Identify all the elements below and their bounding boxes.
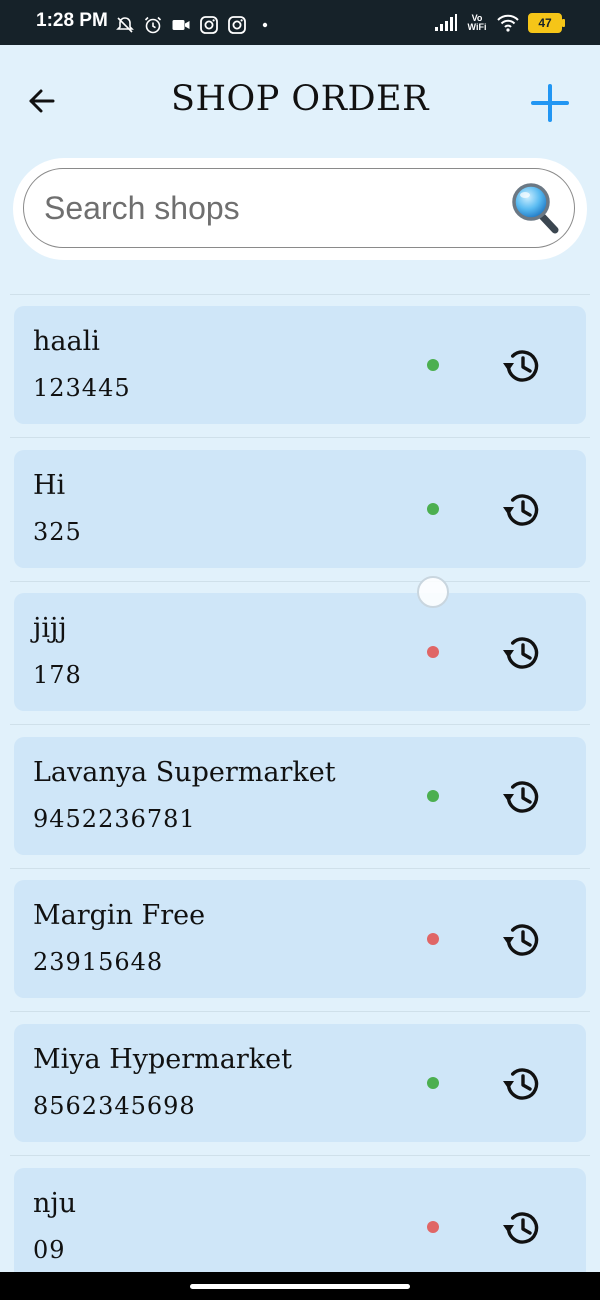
status-dot bbox=[427, 933, 439, 946]
app-header: SHOP ORDER bbox=[0, 45, 600, 155]
shop-phone: 9452236781 bbox=[33, 804, 196, 833]
wifi-icon bbox=[497, 14, 519, 32]
status-bar: 1:28 PM Vo WiFi 47 bbox=[0, 0, 600, 45]
search-box bbox=[23, 168, 575, 248]
history-icon bbox=[503, 1211, 539, 1244]
list-separator bbox=[10, 1155, 590, 1156]
order-history-button[interactable] bbox=[500, 918, 544, 962]
order-history-button[interactable] bbox=[500, 631, 544, 675]
history-icon bbox=[503, 1068, 539, 1100]
divider bbox=[10, 294, 590, 295]
video-camera-icon bbox=[172, 20, 190, 30]
status-dot bbox=[427, 359, 439, 371]
shop-phone: 8562345698 bbox=[33, 1092, 196, 1120]
shop-card[interactable]: Margin Free 23915648 bbox=[14, 880, 586, 999]
order-history-button[interactable] bbox=[500, 1206, 544, 1250]
list-separator bbox=[10, 437, 590, 438]
shop-card[interactable]: Lavanya Supermarket 9452236781 bbox=[14, 736, 586, 855]
shop-name: Miya Hypermarket bbox=[33, 1044, 292, 1075]
dot-icon bbox=[262, 22, 268, 28]
search-container bbox=[13, 158, 587, 260]
shop-name: Lavanya Supermarket bbox=[33, 756, 336, 788]
shop-card[interactable]: jijj 178 bbox=[14, 593, 586, 712]
list-separator bbox=[10, 580, 590, 582]
signal-icon bbox=[435, 14, 457, 31]
order-history-button[interactable] bbox=[500, 344, 544, 388]
add-shop-button[interactable] bbox=[528, 81, 572, 125]
system-icons: Vo WiFi 47 bbox=[434, 13, 565, 33]
shop-name: jijj bbox=[33, 613, 67, 645]
touch-indicator bbox=[417, 576, 449, 608]
shop-name: nju bbox=[33, 1187, 77, 1219]
shop-phone: 325 bbox=[33, 517, 82, 546]
history-icon bbox=[503, 781, 539, 813]
status-dot bbox=[427, 789, 439, 802]
list-separator bbox=[10, 724, 590, 726]
home-indicator[interactable] bbox=[190, 1284, 410, 1289]
status-dot bbox=[427, 1077, 439, 1089]
plus-icon bbox=[531, 84, 569, 122]
status-dot bbox=[427, 646, 439, 659]
battery-indicator: 47 bbox=[528, 13, 565, 33]
history-icon bbox=[503, 637, 539, 669]
instagram-icon bbox=[228, 16, 246, 34]
bell-off-icon bbox=[116, 17, 134, 33]
history-icon bbox=[503, 493, 539, 526]
status-dot bbox=[427, 502, 439, 515]
instagram-icon bbox=[200, 16, 218, 34]
list-separator bbox=[10, 867, 590, 869]
shop-card[interactable]: haali 123445 bbox=[14, 306, 586, 424]
order-history-button[interactable] bbox=[500, 775, 544, 819]
status-dot bbox=[427, 1220, 439, 1233]
vowifi-indicator: Vo WiFi bbox=[467, 13, 487, 32]
order-history-button[interactable] bbox=[500, 1062, 544, 1106]
status-time: 1:28 PM bbox=[36, 10, 108, 31]
shop-card[interactable]: Miya Hypermarket 8562345698 bbox=[14, 1024, 586, 1142]
shop-phone: 123445 bbox=[33, 374, 131, 402]
shop-name: haali bbox=[33, 326, 100, 357]
shop-phone: 178 bbox=[33, 661, 82, 690]
shop-name: Margin Free bbox=[33, 900, 206, 932]
page-title: SHOP ORDER bbox=[171, 79, 429, 119]
alarm-icon bbox=[144, 16, 162, 34]
order-history-button[interactable] bbox=[500, 488, 544, 532]
history-icon bbox=[503, 924, 539, 957]
shop-name: Hi bbox=[33, 469, 66, 501]
shop-phone: 09 bbox=[33, 1235, 66, 1264]
navigation-bar bbox=[0, 1272, 600, 1300]
magnifier-icon[interactable] bbox=[510, 181, 560, 235]
shop-card[interactable]: Hi 325 bbox=[14, 449, 586, 568]
history-icon bbox=[503, 350, 539, 382]
shop-phone: 23915648 bbox=[33, 948, 164, 977]
search-input[interactable] bbox=[42, 183, 496, 233]
shop-card[interactable]: nju 09 bbox=[14, 1167, 586, 1286]
list-separator bbox=[10, 1011, 590, 1013]
notification-icons bbox=[115, 14, 275, 36]
